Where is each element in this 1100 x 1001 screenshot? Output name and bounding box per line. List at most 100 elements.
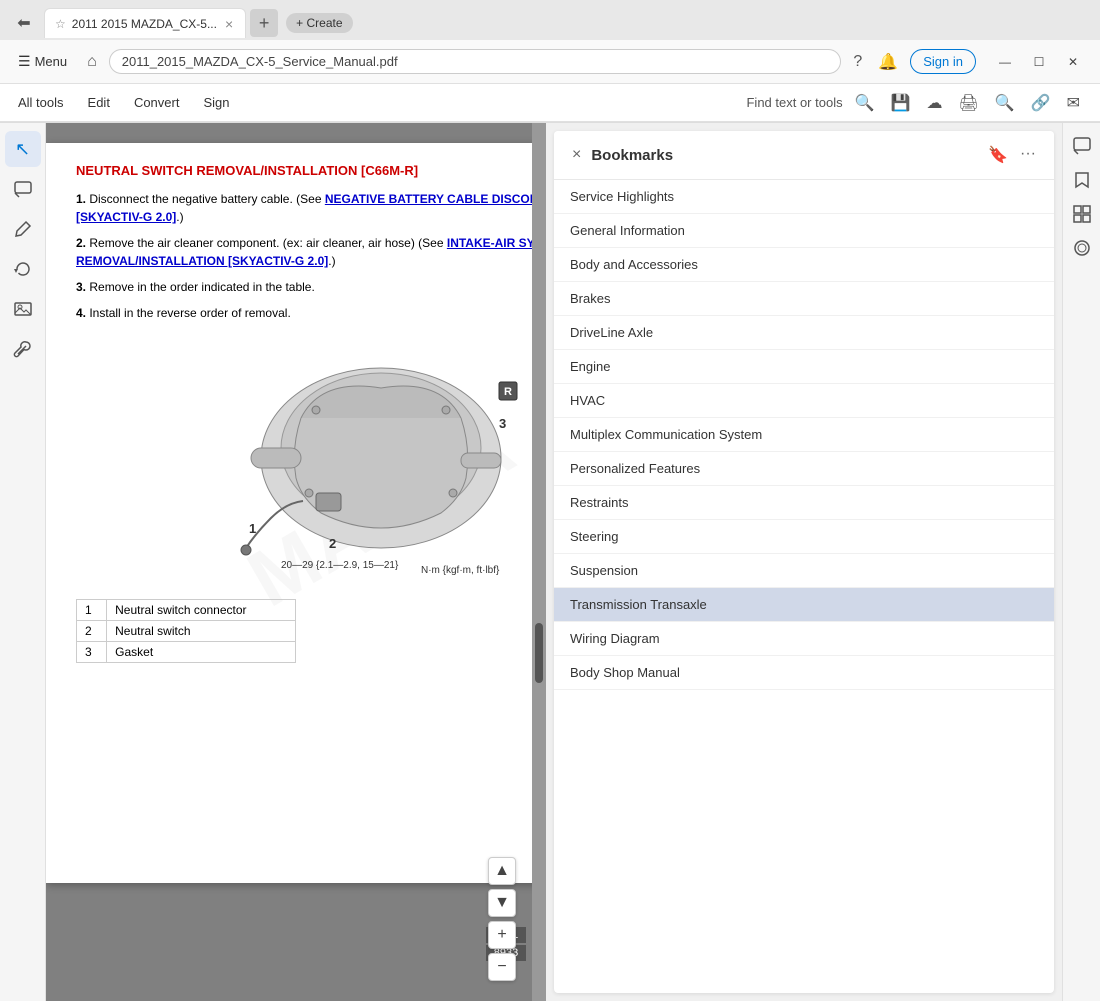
bookmark-item-brakes[interactable]: Brakes <box>554 282 1054 316</box>
zoom-up-button[interactable]: ▲ <box>488 857 516 885</box>
save-icon[interactable]: 💾 <box>887 89 915 117</box>
toolbar-convert[interactable]: Convert <box>132 91 182 114</box>
menu-label: Menu <box>35 54 68 69</box>
maximize-button[interactable]: ☐ <box>1022 49 1056 75</box>
browser-tab[interactable]: ☆ 2011 2015 MAZDA_CX-5... × <box>44 8 246 38</box>
pdf-step-2: 2. Remove the air cleaner component. (ex… <box>76 234 546 270</box>
scroll-thumb[interactable] <box>535 623 543 683</box>
close-button[interactable]: ✕ <box>1056 49 1090 75</box>
zoom-in-button[interactable]: + <box>488 921 516 949</box>
tab-bar: ⬅ ☆ 2011 2015 MAZDA_CX-5... × + + Create <box>0 0 1100 40</box>
window-controls: — ☐ ✕ <box>988 49 1090 75</box>
bookmark-item-personalized[interactable]: Personalized Features <box>554 452 1054 486</box>
svg-text:2: 2 <box>329 536 336 551</box>
find-search-icon[interactable]: 🔍 <box>851 89 879 117</box>
bookmark-item-wiring[interactable]: Wiring Diagram <box>554 622 1054 656</box>
pdf-scrollbar[interactable] <box>532 123 546 1001</box>
svg-text:3: 3 <box>499 416 506 431</box>
home-button[interactable]: ⌂ <box>83 49 101 75</box>
zoom-icon[interactable]: 🔍 <box>991 89 1019 117</box>
part-num-1: 1 <box>77 600 107 621</box>
pen-tool[interactable] <box>5 211 41 247</box>
svg-text:1: 1 <box>249 521 256 536</box>
tab-close-button[interactable]: × <box>223 14 235 34</box>
bookmark-item-body-and-accessories[interactable]: Body and Accessories <box>554 248 1054 282</box>
bookmark-item-hvac[interactable]: HVAC <box>554 384 1054 418</box>
bookmark-item-service-highlights[interactable]: Service Highlights <box>554 180 1054 214</box>
address-bar: ☰ Menu ⌂ 2011_2015_MAZDA_CX-5_Service_Ma… <box>0 40 1100 84</box>
right-grid-tool[interactable] <box>1067 199 1097 229</box>
left-tools-panel: ↖ <box>0 123 46 1001</box>
bookmark-item-suspension[interactable]: Suspension <box>554 554 1054 588</box>
comment-tool[interactable] <box>5 171 41 207</box>
bookmark-item-general-information[interactable]: General Information <box>554 214 1054 248</box>
tab-favorite-icon: ☆ <box>55 17 66 31</box>
zoom-out-button[interactable]: − <box>488 953 516 981</box>
toolbar-edit[interactable]: Edit <box>86 91 112 114</box>
cursor-tool[interactable]: ↖ <box>5 131 41 167</box>
bookmark-list: Service Highlights General Information B… <box>554 180 1054 993</box>
bookmarks-title: Bookmarks <box>591 147 984 164</box>
right-comment-tool[interactable] <box>1067 131 1097 161</box>
bookmarks-header: × Bookmarks 🔖 ··· <box>554 131 1054 180</box>
pdf-section-title: NEUTRAL SWITCH REMOVAL/INSTALLATION [C66… <box>76 163 546 178</box>
address-text: 2011_2015_MAZDA_CX-5_Service_Manual.pdf <box>122 54 398 69</box>
bookmarks-close-button[interactable]: × <box>568 144 585 166</box>
main-area: ↖ MAZDA NEUTRAL SWITCH REMOVAL/INSTALLAT… <box>0 123 1100 1001</box>
hamburger-icon: ☰ <box>18 53 31 70</box>
right-layers-tool[interactable] <box>1067 233 1097 263</box>
step1-link[interactable]: NEGATIVE BATTERY CABLE DISCONNECTION/CON… <box>76 192 546 224</box>
step2-link[interactable]: INTAKE-AIR SYSTEM REMOVAL/INSTALLATION [… <box>76 236 546 268</box>
pdf-page: MAZDA NEUTRAL SWITCH REMOVAL/INSTALLATIO… <box>46 143 546 883</box>
sign-in-button[interactable]: Sign in <box>910 49 976 74</box>
upload-icon[interactable]: ☁ <box>922 89 946 117</box>
part-name-2: Neutral switch <box>107 621 296 642</box>
bookmark-item-transmission[interactable]: Transmission Transaxle <box>554 588 1054 622</box>
right-bookmark-tool[interactable] <box>1067 165 1097 195</box>
pdf-step-4: 4. Install in the reverse order of remov… <box>76 304 546 322</box>
bookmark-item-multiplex[interactable]: Multiplex Communication System <box>554 418 1054 452</box>
minimize-button[interactable]: — <box>988 49 1022 75</box>
bookmark-item-steering[interactable]: Steering <box>554 520 1054 554</box>
part-name-1: Neutral switch connector <box>107 600 296 621</box>
new-tab-button[interactable]: + <box>250 9 278 37</box>
svg-text:20—29 {2.1—2.9, 15—21}: 20—29 {2.1—2.9, 15—21} <box>281 560 399 571</box>
toolbar-search-area: Find text or tools 🔍 💾 ☁ 🖨 🔍 🔗 ✉ <box>746 89 1084 117</box>
create-button[interactable]: + Create <box>286 13 352 33</box>
bookmark-item-restraints[interactable]: Restraints <box>554 486 1054 520</box>
part-name-3: Gasket <box>107 642 296 663</box>
bookmark-add-icon[interactable]: 🔖 <box>984 141 1012 169</box>
address-right-icons: ? 🔔 <box>849 48 902 76</box>
zoom-down-button[interactable]: ▼ <box>488 889 516 917</box>
part-num-3: 3 <box>77 642 107 663</box>
address-input[interactable]: 2011_2015_MAZDA_CX-5_Service_Manual.pdf <box>109 49 842 74</box>
toolbar-sign[interactable]: Sign <box>201 91 231 114</box>
part-num-2: 2 <box>77 621 107 642</box>
toolbar-all-tools[interactable]: All tools <box>16 91 66 114</box>
help-icon[interactable]: ? <box>849 49 866 75</box>
link-icon[interactable]: 🔗 <box>1027 89 1055 117</box>
pdf-viewer: MAZDA NEUTRAL SWITCH REMOVAL/INSTALLATIO… <box>46 123 546 1001</box>
svg-text:N·m {kgf·m, ft·lbf}: N·m {kgf·m, ft·lbf} <box>421 565 500 576</box>
browser-back-button[interactable]: ⬅ <box>8 8 40 38</box>
bookmark-item-body-shop[interactable]: Body Shop Manual <box>554 656 1054 690</box>
find-text-label: Find text or tools <box>746 95 842 110</box>
mail-icon[interactable]: ✉ <box>1063 89 1084 117</box>
svg-text:R: R <box>504 386 512 398</box>
transmission-diagram: R 3 2 1 20—29 {2.1—2.9, 15—21} N·m {kgf·… <box>221 338 541 578</box>
wrench-tool[interactable] <box>5 331 41 367</box>
pdf-step-1: 1. Disconnect the negative battery cable… <box>76 190 546 226</box>
bookmark-more-icon[interactable]: ··· <box>1016 141 1040 169</box>
bookmarks-panel: × Bookmarks 🔖 ··· Service Highlights Gen… <box>554 131 1054 993</box>
pdf-step-3: 3. Remove in the order indicated in the … <box>76 278 546 296</box>
pdf-toolbar: All tools Edit Convert Sign Find text or… <box>0 84 1100 122</box>
zoom-controls: ▲ ▼ + − <box>488 857 516 981</box>
rotate-tool[interactable] <box>5 251 41 287</box>
bookmark-item-driveline-axle[interactable]: DriveLine Axle <box>554 316 1054 350</box>
image-tool[interactable] <box>5 291 41 327</box>
bookmark-item-engine[interactable]: Engine <box>554 350 1054 384</box>
menu-button[interactable]: ☰ Menu <box>10 49 75 74</box>
notifications-icon[interactable]: 🔔 <box>874 48 902 76</box>
tab-title: 2011 2015 MAZDA_CX-5... <box>72 17 217 31</box>
print-icon[interactable]: 🖨 <box>954 89 982 117</box>
